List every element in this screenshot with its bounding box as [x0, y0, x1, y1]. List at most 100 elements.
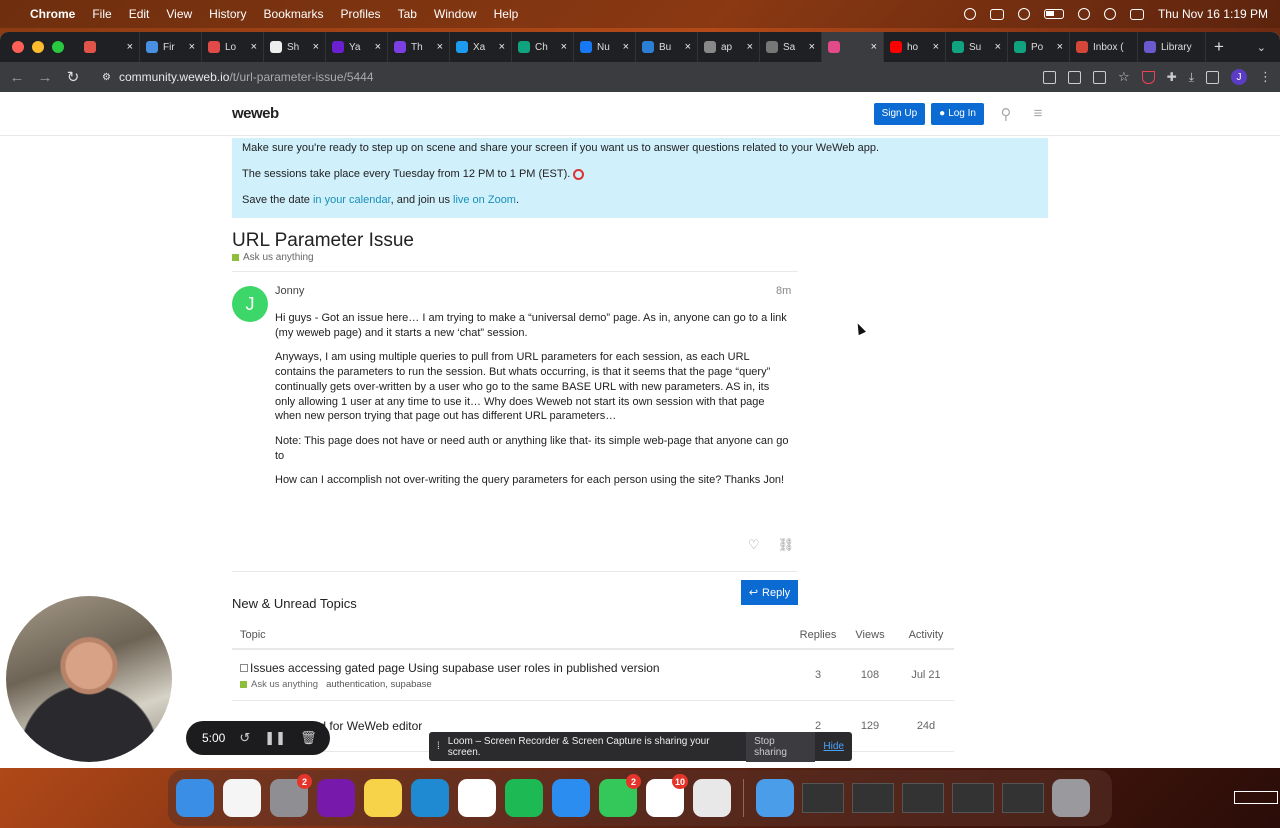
address-bar[interactable]: ⚙ community.weweb.io/t/url-parameter-iss…	[92, 65, 1032, 89]
more-menu-icon[interactable]: ⋮	[1259, 69, 1272, 85]
topic-title[interactable]: URL Parameter Issue	[232, 230, 414, 252]
battery-icon[interactable]	[1043, 9, 1064, 19]
menu-bookmarks[interactable]: Bookmarks	[264, 7, 324, 21]
search-icon[interactable]	[1103, 8, 1116, 20]
hamburger-menu-icon[interactable]: ≡	[1028, 104, 1048, 124]
browser-tab[interactable]: Lo ×	[202, 32, 264, 62]
menu-history[interactable]: History	[209, 7, 246, 21]
close-tab-icon[interactable]: ×	[313, 41, 319, 53]
reload-button[interactable]: ↻	[64, 68, 82, 86]
minimize-window-button[interactable]	[32, 41, 44, 53]
browser-tab[interactable]: Bu ×	[636, 32, 698, 62]
browser-tab[interactable]: Su ×	[946, 32, 1008, 62]
pause-icon[interactable]: ❚❚	[264, 730, 286, 746]
close-tab-icon[interactable]: ×	[127, 41, 133, 53]
menu-window[interactable]: Window	[434, 7, 477, 21]
bookmark-star-icon[interactable]: ☆	[1118, 69, 1130, 85]
row-tags[interactable]: authentication, supabase	[326, 679, 432, 690]
safari-icon[interactable]	[552, 779, 590, 817]
browser-tab[interactable]: Xa ×	[450, 32, 512, 62]
tab-search-icon[interactable]: ⌄	[1257, 41, 1266, 54]
browser-tab[interactable]: ×	[78, 32, 140, 62]
column-views[interactable]: Views	[842, 629, 898, 641]
search-icon[interactable]: ⚲	[996, 104, 1016, 124]
post-author[interactable]: Jonny	[275, 285, 304, 297]
browser-tab[interactable]: Fir ×	[140, 32, 202, 62]
close-tab-icon[interactable]: ×	[809, 41, 815, 53]
spotify-icon[interactable]	[505, 779, 543, 817]
sign-up-button[interactable]: Sign Up	[873, 102, 926, 125]
share-icon[interactable]	[1092, 70, 1106, 84]
post-age[interactable]: 8m	[776, 285, 791, 297]
close-tab-icon[interactable]: ×	[499, 41, 505, 53]
close-tab-icon[interactable]: ×	[747, 41, 753, 53]
row-activity[interactable]: 24d	[898, 720, 954, 732]
hide-button[interactable]: Hide	[823, 741, 844, 752]
new-tab-button[interactable]: +	[1214, 37, 1224, 57]
onenote-icon[interactable]	[317, 779, 355, 817]
back-button[interactable]: ←	[8, 69, 26, 86]
trash-icon[interactable]	[1052, 779, 1090, 817]
topic-category[interactable]: Ask us anything	[232, 252, 314, 263]
vpn-icon[interactable]	[1017, 8, 1030, 20]
close-tab-icon[interactable]: ×	[561, 41, 567, 53]
menu-tab[interactable]: Tab	[398, 7, 417, 21]
close-tab-icon[interactable]: ×	[189, 41, 195, 53]
close-tab-icon[interactable]: ×	[933, 41, 939, 53]
applications-folder-icon[interactable]	[756, 779, 794, 817]
browser-tab[interactable]: Po ×	[1008, 32, 1070, 62]
chrome-icon[interactable]	[693, 779, 731, 817]
messages-icon[interactable]: 2	[599, 774, 641, 817]
browser-tab[interactable]: Nu ×	[574, 32, 636, 62]
close-tab-icon[interactable]: ×	[623, 41, 629, 53]
browser-tab[interactable]: ap ×	[698, 32, 760, 62]
window-thumbnail[interactable]	[952, 783, 994, 813]
control-center-icon[interactable]	[1129, 8, 1144, 20]
log-in-button[interactable]: ● Log In	[931, 102, 984, 125]
share-link-icon[interactable]: ⛓	[778, 537, 795, 553]
weweb-logo[interactable]: weweb	[232, 105, 279, 122]
calendar-link[interactable]: in your calendar	[313, 194, 391, 206]
finder-icon[interactable]	[176, 779, 214, 817]
zoom-window-button[interactable]	[52, 41, 64, 53]
close-tab-icon[interactable]: ×	[995, 41, 1001, 53]
browser-tab[interactable]: Library	[1138, 32, 1206, 62]
browser-tab[interactable]: Th ×	[388, 32, 450, 62]
system-settings-icon[interactable]: 2	[270, 774, 312, 817]
control-icon[interactable]	[989, 8, 1004, 20]
menu-file[interactable]: File	[92, 7, 111, 21]
row-activity[interactable]: Jul 21	[898, 669, 954, 681]
profile-avatar[interactable]: J	[1231, 69, 1247, 85]
camera-icon[interactable]	[1042, 70, 1056, 84]
drag-handle-icon[interactable]: ⁞	[437, 741, 440, 752]
column-topic[interactable]: Topic	[240, 629, 794, 641]
install-icon[interactable]	[1067, 70, 1081, 84]
extensions-icon[interactable]: ✚	[1167, 70, 1177, 84]
freeform-icon[interactable]	[223, 779, 261, 817]
close-window-button[interactable]	[12, 41, 24, 53]
window-thumbnail[interactable]	[1002, 783, 1044, 813]
author-avatar[interactable]: J	[232, 286, 268, 322]
browser-tab[interactable]: Sa ×	[760, 32, 822, 62]
window-thumbnail[interactable]	[902, 783, 944, 813]
close-tab-icon[interactable]: ×	[871, 41, 877, 53]
clickup-icon[interactable]: 10	[646, 774, 688, 817]
site-info-icon[interactable]: ⚙	[102, 72, 111, 83]
slack-icon[interactable]	[458, 779, 496, 817]
window-thumbnail[interactable]	[802, 783, 844, 813]
menu-help[interactable]: Help	[494, 7, 519, 21]
row-title[interactable]: Issues accessing gated page Using supaba…	[250, 661, 660, 675]
close-tab-icon[interactable]: ×	[375, 41, 381, 53]
notes-icon[interactable]	[364, 779, 402, 817]
browser-tab[interactable]: Inbox (	[1070, 32, 1138, 62]
pocket-icon[interactable]	[1141, 70, 1155, 84]
webcam-bubble[interactable]	[6, 596, 172, 762]
browser-tab[interactable]: Ya ×	[326, 32, 388, 62]
row-category[interactable]: Ask us anything	[251, 679, 318, 690]
sidepanel-icon[interactable]	[1206, 70, 1219, 84]
stop-sharing-button[interactable]: Stop sharing	[746, 731, 816, 762]
downloads-icon[interactable]: ⤓	[1189, 70, 1194, 85]
restart-icon[interactable]: ↺	[239, 730, 250, 746]
forward-button[interactable]: →	[36, 69, 54, 86]
close-tab-icon[interactable]: ×	[1057, 41, 1063, 53]
